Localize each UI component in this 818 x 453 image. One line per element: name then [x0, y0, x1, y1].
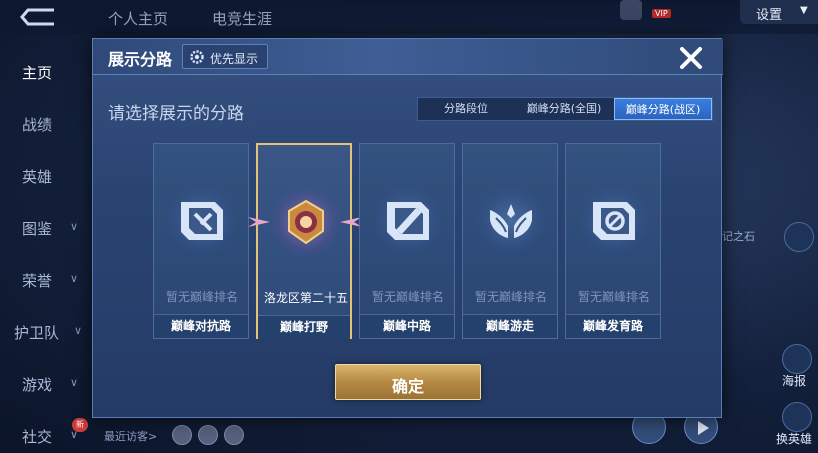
lane-card-jungle[interactable]: 洛龙区第二十五 巅峰打野 — [248, 143, 362, 339]
rank-text: 洛龙区第二十五 — [263, 291, 348, 305]
chevron-down-icon: ∨ — [70, 220, 79, 233]
vip-badge: VIP — [652, 9, 671, 18]
chevron-down-icon: ∨ — [70, 428, 79, 441]
sidebar-item-heroes[interactable]: 英雄 — [0, 156, 92, 196]
dialog-title: 展示分路 — [108, 50, 173, 69]
lane-label: 巅峰打野 — [279, 320, 328, 334]
poster-label: 海报 — [782, 374, 807, 388]
player-info: VIP — [612, 0, 732, 22]
swap-hero-label: 换英雄 — [776, 432, 813, 446]
tab-esports[interactable]: 电竞生涯 — [212, 8, 272, 29]
priority-display-button[interactable]: 优先显示 — [182, 44, 268, 69]
marksman-icon — [593, 202, 635, 240]
dialog-header: 展示分路 优先显示 — [93, 39, 723, 75]
back-icon[interactable] — [14, 6, 62, 28]
sidebar-item-label: 社交 — [22, 428, 53, 446]
lane-display-dialog: 展示分路 优先显示 请选择展示的分路 分路段位 巅峰分路(全国) 巅峰分路(战区… — [92, 38, 723, 418]
avatar — [620, 0, 642, 20]
sidebar-item-label: 战绩 — [22, 116, 53, 134]
tab-peak-national[interactable]: 巅峰分路(全国) — [514, 98, 614, 120]
priority-display-label: 优先显示 — [210, 52, 259, 66]
sidebar-item-label: 荣誉 — [22, 272, 53, 290]
avatar[interactable] — [224, 425, 244, 445]
sword-shield-icon — [181, 202, 223, 240]
rank-text: 暂无巅峰排名 — [577, 290, 650, 304]
right-panel: 记之石 海报 换英雄 — [722, 0, 818, 453]
sidebar-item-codex[interactable]: 图鉴 ∨ — [0, 208, 92, 248]
arrow-icon[interactable] — [784, 222, 814, 252]
rank-text: 暂无巅峰排名 — [165, 290, 238, 304]
rank-text: 暂无巅峰排名 — [371, 290, 444, 304]
avatar[interactable] — [172, 425, 192, 445]
chevron-down-icon: ∨ — [70, 376, 79, 389]
right-partial-label: 记之石 — [722, 230, 755, 243]
top-bar: 个人主页 电竞生涯 VIP 设置 ▼ — [0, 0, 818, 34]
avatar[interactable] — [198, 425, 218, 445]
lane-label: 巅峰对抗路 — [170, 319, 231, 333]
tab-peak-region[interactable]: 巅峰分路(战区) — [614, 98, 712, 120]
mid-lane-icon — [387, 202, 429, 240]
sidebar-item-guard[interactable]: 护卫队 ∨ — [0, 312, 92, 352]
wing-left-icon — [248, 217, 270, 227]
sidebar-item-label: 主页 — [22, 64, 53, 82]
sidebar-item-label: 英雄 — [22, 168, 53, 186]
tab-lane-rank[interactable]: 分路段位 — [418, 98, 514, 120]
sidebar-item-social[interactable]: 社交 新 ∨ — [0, 416, 92, 453]
section-title: 请选择展示的分路 — [108, 104, 244, 124]
sidebar: 主页 战绩 英雄 图鉴 ∨ 荣誉 ∨ 护卫队 ∨ 游戏 ∨ 社交 新 ∨ — [0, 40, 92, 453]
chevron-down-icon: ∨ — [70, 272, 79, 285]
confirm-label: 确定 — [391, 377, 424, 396]
poster-icon[interactable] — [782, 344, 812, 374]
lane-card-mid[interactable]: 暂无巅峰排名 巅峰中路 — [359, 143, 455, 339]
lane-label: 巅峰游走 — [485, 319, 534, 333]
sidebar-item-games[interactable]: 游戏 ∨ — [0, 364, 92, 404]
rank-text: 暂无巅峰排名 — [474, 290, 547, 304]
sidebar-item-label: 游戏 — [22, 376, 53, 394]
sidebar-item-home[interactable]: 主页 — [0, 52, 92, 92]
lane-card-bot[interactable]: 暂无巅峰排名 巅峰发育路 — [565, 143, 661, 339]
lane-type-tabs: 分路段位 巅峰分路(全国) 巅峰分路(战区) — [417, 97, 713, 121]
close-icon[interactable] — [676, 43, 706, 73]
sidebar-item-label: 图鉴 — [22, 220, 53, 238]
lane-label: 巅峰发育路 — [582, 319, 643, 333]
recent-visitors-link[interactable]: 最近访客> — [104, 428, 157, 444]
chevron-down-icon: ∨ — [74, 324, 83, 337]
sidebar-item-label: 护卫队 — [14, 324, 60, 342]
confirm-button[interactable]: 确定 — [335, 364, 481, 400]
lane-label: 巅峰中路 — [382, 319, 431, 333]
lane-card-top[interactable]: 暂无巅峰排名 巅峰对抗路 — [153, 143, 249, 339]
jungle-emblem-icon — [288, 199, 324, 245]
gear-icon — [190, 50, 204, 64]
sidebar-item-honor[interactable]: 荣誉 ∨ — [0, 260, 92, 300]
swap-hero-icon[interactable] — [782, 402, 812, 432]
tab-profile[interactable]: 个人主页 — [108, 8, 168, 29]
sidebar-item-record[interactable]: 战绩 — [0, 104, 92, 144]
wings-icon — [490, 204, 532, 238]
lane-card-roam[interactable]: 暂无巅峰排名 巅峰游走 — [462, 143, 558, 339]
